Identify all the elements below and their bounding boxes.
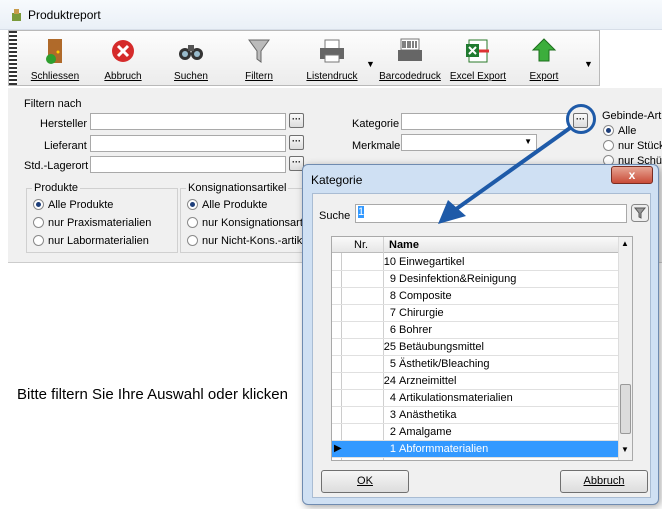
door-exit-icon — [46, 39, 62, 64]
gebinde-alle-label: Alle — [618, 125, 637, 137]
produkte-labor-label: nur Labormaterialien — [48, 235, 149, 247]
filter-heading: Filtern nach — [24, 98, 82, 110]
konsignation-nur-radio[interactable] — [187, 217, 198, 228]
gebinde-stueck-label: nur Stück — [618, 140, 662, 152]
listendruck-button[interactable]: Listendruck — [301, 33, 363, 83]
table-row[interactable]: 8 Composite — [332, 288, 618, 305]
table-row[interactable]: 10 Einwegartikel — [332, 254, 618, 271]
abbruch-button[interactable]: Abbruch — [97, 33, 149, 83]
lagerort-label: Std.-Lagerort — [24, 160, 89, 172]
konsignation-nicht-label: nur Nicht-Kons.-artikel — [202, 235, 311, 247]
hersteller-field[interactable] — [90, 113, 286, 130]
konsignation-alle-radio[interactable] — [187, 199, 198, 210]
schliessen-button[interactable]: Schliessen — [29, 33, 81, 83]
ok-button[interactable]: OK — [321, 470, 409, 493]
lieferant-field[interactable] — [90, 135, 286, 152]
close-icon[interactable]: x — [611, 166, 653, 184]
printer-icon — [320, 39, 344, 63]
table-row[interactable]: 3 Anästhetika — [332, 407, 618, 424]
barcode-printer-icon — [398, 38, 422, 61]
konsignation-nicht-radio[interactable] — [187, 235, 198, 246]
app-icon — [12, 9, 21, 21]
window-title: Produktreport — [28, 8, 101, 22]
table-row[interactable]: 2 Amalgame — [332, 424, 618, 441]
filtern-button[interactable]: Filtern — [233, 33, 285, 83]
excel-icon — [466, 39, 489, 63]
konsignation-label: Konsignationsartikel — [186, 182, 289, 194]
table-row[interactable]: 6 Bohrer — [332, 322, 618, 339]
scroll-down-icon[interactable]: ▼ — [621, 445, 629, 454]
konsignation-alle-label: Alle Produkte — [202, 199, 268, 211]
export-arrow-icon — [531, 38, 557, 62]
cancel-button[interactable]: Abbruch — [560, 470, 648, 493]
table-row[interactable]: 5 Ästhetik/Bleaching — [332, 356, 618, 373]
export-button[interactable]: Export — [515, 33, 573, 83]
gebinde-stueck-radio[interactable] — [603, 140, 614, 151]
produkte-alle-radio[interactable] — [33, 199, 44, 210]
scroll-thumb[interactable] — [620, 384, 631, 434]
table-row-selected[interactable]: 1 Abformmaterialien — [332, 441, 618, 458]
toolbar: Schliessen Abbruch Suchen Filtern Listen… — [8, 30, 600, 86]
listendruck-dropdown-icon[interactable]: ▼ — [366, 59, 375, 69]
table-scrollbar[interactable]: ▲ ▼ — [618, 237, 632, 460]
filter-icon[interactable] — [631, 204, 649, 222]
dialog-body: Suche 1 Nr. Name 10 Einwegartikel 9 Desinf… — [312, 193, 651, 498]
cancel-icon — [112, 40, 134, 62]
produkte-alle-label: Alle Produkte — [48, 199, 114, 211]
table-row[interactable]: 7 Chirurgie — [332, 305, 618, 322]
gebinde-label: Gebinde-Art — [602, 110, 662, 122]
table-header: Nr. Name — [332, 237, 618, 253]
export-dropdown-icon[interactable]: ▼ — [584, 59, 593, 69]
excel-export-button[interactable]: Excel Export — [449, 33, 507, 83]
lieferant-browse-button[interactable]: ··· — [289, 135, 304, 150]
kategorie-table: Nr. Name 10 Einwegartikel 9 Desinfektion&R… — [331, 236, 633, 461]
scroll-up-icon[interactable]: ▲ — [621, 239, 629, 248]
search-label: Suche — [319, 210, 351, 222]
window-title-bar: Produktreport — [0, 0, 662, 30]
table-row[interactable]: 24 Arzneimittel — [332, 373, 618, 390]
hersteller-label: Hersteller — [40, 118, 88, 130]
barcodedruck-button[interactable]: Barcodedruck — [377, 33, 443, 83]
col-nr[interactable]: Nr. — [354, 239, 368, 251]
produkte-praxis-radio[interactable] — [33, 217, 44, 228]
suchen-button[interactable]: Suchen — [165, 33, 217, 83]
produkte-labor-radio[interactable] — [33, 235, 44, 246]
produkte-label: Produkte — [32, 182, 81, 194]
filter-icon — [248, 39, 270, 63]
table-row[interactable]: 4 Artikulationsmaterialien — [332, 390, 618, 407]
table-row[interactable]: 25 Betäubungsmittel — [332, 339, 618, 356]
dialog-title: Kategorie — [311, 173, 363, 187]
current-row-pointer-icon: ▶ — [334, 443, 342, 454]
hersteller-browse-button[interactable]: ··· — [289, 113, 304, 128]
col-name[interactable]: Name — [389, 239, 419, 251]
table-row[interactable]: 9 Desinfektion&Reinigung — [332, 271, 618, 288]
merkmale-label: Merkmale — [352, 140, 401, 152]
annotation-arrow — [438, 126, 572, 224]
toolbar-grip[interactable] — [9, 31, 17, 85]
lagerort-field[interactable] — [90, 156, 286, 173]
lieferant-label: Lieferant — [44, 140, 87, 152]
produkte-praxis-label: nur Praxismaterialien — [48, 217, 152, 229]
filter-hint-message: Bitte filtern Sie Ihre Auswahl oder klic… — [17, 386, 288, 403]
kategorie-label: Kategorie — [352, 118, 400, 130]
gebinde-alle-radio[interactable] — [603, 125, 614, 136]
binoculars-icon — [179, 45, 203, 60]
search-value: 1 — [358, 206, 365, 218]
